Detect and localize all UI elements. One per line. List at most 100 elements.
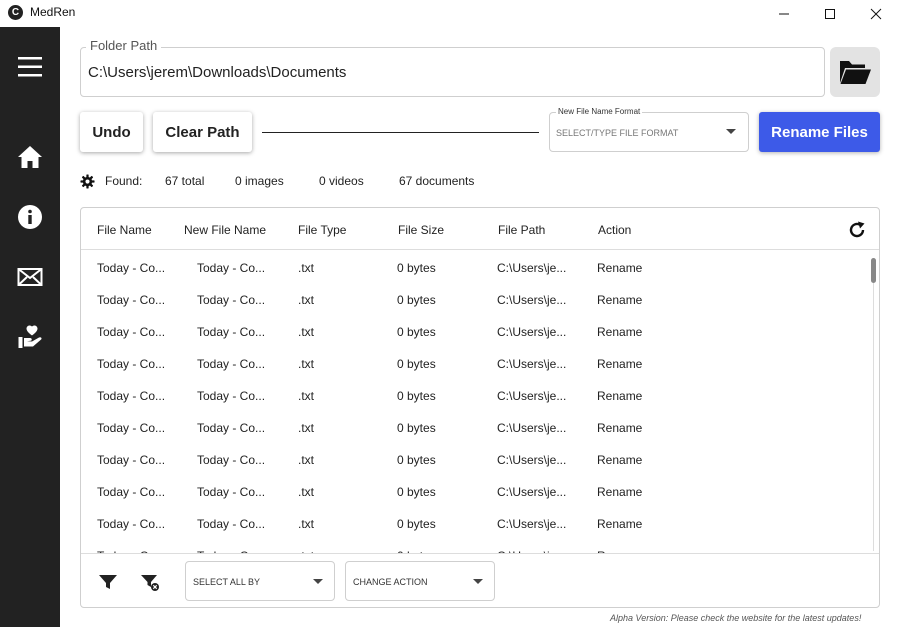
file-size-cell: 0 bytes bbox=[397, 453, 436, 467]
column-header-new-file-name[interactable]: New File Name bbox=[184, 223, 266, 237]
browse-folder-button[interactable] bbox=[830, 47, 880, 97]
table-row[interactable]: Today - Co... Today - Co... .txt 0 bytes C:\… bbox=[81, 251, 871, 283]
file-type-cell: .txt bbox=[298, 325, 315, 339]
filter-icon[interactable] bbox=[98, 572, 118, 592]
found-label: Found: bbox=[105, 174, 143, 188]
file-type-cell: .txt bbox=[298, 389, 315, 403]
table-row[interactable]: Today - Co...Today - Co....txt0 bytesC:\… bbox=[81, 315, 871, 347]
close-icon bbox=[870, 8, 882, 19]
action-cell[interactable]: Rename bbox=[597, 261, 642, 275]
new-file-name-cell: Today - Co... bbox=[197, 261, 266, 275]
file-type-cell: .txt bbox=[298, 517, 315, 531]
new-file-name-cell: Today - Co... bbox=[197, 453, 266, 467]
column-header-file-path[interactable]: File Path bbox=[498, 223, 545, 237]
file-name-cell: Today - Co... bbox=[97, 357, 166, 371]
new-file-name-cell: Today - Co... bbox=[197, 421, 266, 435]
action-cell[interactable]: Rename bbox=[597, 453, 642, 467]
heart-hand-icon bbox=[18, 325, 42, 348]
file-name-cell: Today - Co... bbox=[97, 325, 166, 339]
table-row[interactable]: Today - Co...Today - Co....txt0 bytesC:\… bbox=[81, 507, 871, 539]
sidebar-item-contact[interactable] bbox=[15, 262, 45, 292]
sidebar-item-menu[interactable] bbox=[15, 52, 45, 82]
file-name-cell: Today - Co... bbox=[97, 293, 166, 307]
file-size-cell: 0 bytes bbox=[397, 421, 436, 435]
new-file-name-cell: Today - Co... bbox=[197, 357, 266, 371]
action-cell[interactable]: Rename bbox=[597, 517, 642, 531]
toolbar-divider bbox=[262, 132, 539, 133]
action-cell[interactable]: Rename bbox=[597, 485, 642, 499]
sidebar bbox=[0, 27, 60, 627]
maximize-button[interactable] bbox=[807, 0, 853, 27]
file-type-cell: .txt bbox=[298, 261, 315, 275]
file-path-cell: C:\Users\je... bbox=[497, 453, 567, 467]
select-all-by-dropdown[interactable]: SELECT ALL BY bbox=[185, 561, 335, 601]
minimize-icon bbox=[779, 13, 789, 14]
clear-filter-icon[interactable] bbox=[140, 572, 160, 592]
file-path-cell: C:\Users\je... bbox=[497, 485, 567, 499]
new-file-name-cell: Today - Co... bbox=[197, 389, 266, 403]
file-size-cell: 0 bytes bbox=[397, 389, 436, 403]
maximize-icon bbox=[825, 8, 835, 19]
column-header-file-type[interactable]: File Type bbox=[298, 223, 346, 237]
file-format-placeholder: SELECT/TYPE FILE FORMAT bbox=[556, 128, 679, 138]
folder-path-value[interactable]: C:\Users\jerem\Downloads\Documents bbox=[88, 64, 346, 81]
file-type-cell: .txt bbox=[298, 357, 315, 371]
file-name-cell: Today - Co... bbox=[97, 261, 166, 275]
file-size-cell: 0 bytes bbox=[397, 261, 436, 275]
table-row[interactable]: Today - Co...Today - Co....txt0 bytesC:\… bbox=[81, 283, 871, 315]
table-row[interactable]: Today - Co...Today - Co....txt0 bytesC:\… bbox=[81, 411, 871, 443]
table-row[interactable]: Today - Co...Today - Co....txt0 bytesC:\… bbox=[81, 347, 871, 379]
minimize-button[interactable] bbox=[761, 0, 807, 27]
clear-path-button[interactable]: Clear Path bbox=[153, 112, 252, 152]
chevron-down-icon bbox=[313, 579, 323, 584]
file-path-cell: C:\Users\je... bbox=[497, 293, 567, 307]
gear-icon bbox=[80, 174, 95, 189]
table-row[interactable]: Today - Co... Today - Co... .txt 0 bytes C:\… bbox=[81, 475, 871, 507]
sidebar-item-home[interactable] bbox=[15, 142, 45, 172]
select-all-by-label: SELECT ALL BY bbox=[193, 577, 261, 587]
images-count: 0 images bbox=[235, 174, 284, 188]
action-cell[interactable]: Rename bbox=[597, 325, 642, 339]
file-name-cell: Today - Co... bbox=[97, 389, 166, 403]
sidebar-item-donate[interactable] bbox=[15, 322, 45, 352]
table-row[interactable]: Today - Co...Today - Co....txt0 bytesC:\… bbox=[81, 443, 871, 475]
undo-button[interactable]: Undo bbox=[80, 112, 143, 152]
action-cell[interactable]: Rename bbox=[597, 421, 642, 435]
column-header-file-size[interactable]: File Size bbox=[398, 223, 444, 237]
info-icon bbox=[18, 205, 42, 229]
table-row[interactable]: Today - Co...Today - Co....txt0 bytesC:\… bbox=[81, 539, 871, 553]
refresh-icon[interactable] bbox=[847, 220, 867, 240]
new-file-name-cell: Today - Co... bbox=[197, 517, 266, 531]
file-path-cell: C:\Users\je... bbox=[497, 389, 567, 403]
title-bar: C MedRen bbox=[0, 0, 899, 27]
table-row[interactable]: Today - Co... Today - Co... .txt 0 bytes C:\… bbox=[81, 379, 871, 411]
file-type-cell: .txt bbox=[298, 453, 315, 467]
file-path-cell: C:\Users\je... bbox=[497, 421, 567, 435]
column-header-file-name[interactable]: File Name bbox=[97, 223, 152, 237]
change-action-dropdown[interactable]: CHANGE ACTION bbox=[345, 561, 495, 601]
file-size-cell: 0 bytes bbox=[397, 357, 436, 371]
action-cell[interactable]: Rename bbox=[597, 389, 642, 403]
change-action-label: CHANGE ACTION bbox=[353, 577, 428, 587]
file-name-cell: Today - Co... bbox=[97, 517, 166, 531]
file-path-cell: C:\Users\je... bbox=[497, 261, 567, 275]
close-button[interactable] bbox=[853, 0, 899, 27]
sidebar-item-info[interactable] bbox=[15, 202, 45, 232]
documents-count: 67 documents bbox=[399, 174, 475, 188]
file-name-cell: Today - Co... bbox=[97, 485, 166, 499]
rename-files-button[interactable]: Rename Files bbox=[759, 112, 880, 152]
table-scrollbar[interactable] bbox=[871, 258, 876, 283]
file-size-cell: 0 bytes bbox=[397, 325, 436, 339]
hamburger-icon bbox=[18, 57, 42, 77]
folder-open-icon bbox=[840, 61, 871, 84]
chevron-down-icon[interactable] bbox=[726, 129, 736, 134]
file-type-cell: .txt bbox=[298, 485, 315, 499]
file-size-cell: 0 bytes bbox=[397, 485, 436, 499]
file-path-cell: C:\Users\je... bbox=[497, 325, 567, 339]
action-cell[interactable]: Rename bbox=[597, 357, 642, 371]
column-header-action[interactable]: Action bbox=[598, 223, 631, 237]
action-cell[interactable]: Rename bbox=[597, 293, 642, 307]
new-file-name-cell: Today - Co... bbox=[197, 485, 266, 499]
new-file-name-cell: Today - Co... bbox=[197, 293, 266, 307]
alpha-version-note: Alpha Version: Please check the website … bbox=[610, 613, 862, 623]
